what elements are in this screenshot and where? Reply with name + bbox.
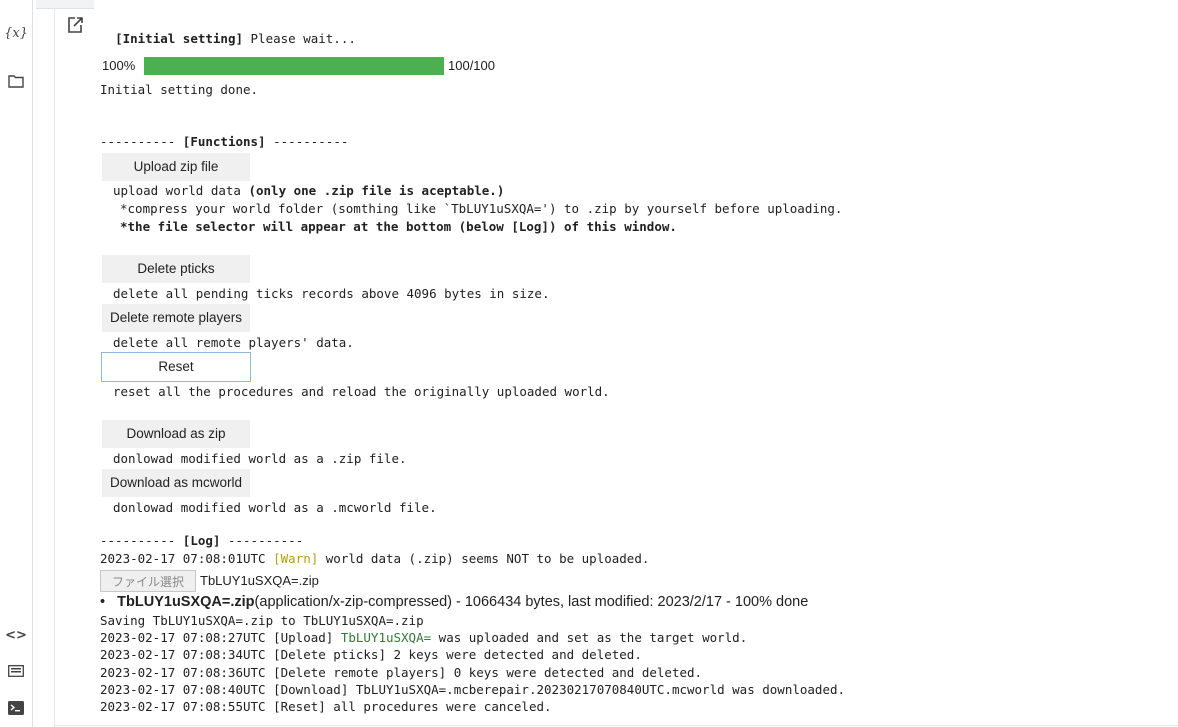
download-mcworld-button[interactable]: Download as mcworld <box>102 469 250 497</box>
terminal-icon[interactable] <box>0 701 32 718</box>
progress-bar <box>144 57 444 75</box>
selected-file-name: TbLUY1uSXQA=.zip <box>200 573 319 588</box>
log-upload-time: 2023-02-17 07:08:27UTC [Upload] <box>100 630 341 645</box>
bullet-glyph: • <box>100 594 106 610</box>
log-warn-tag: [Warn] <box>273 551 319 566</box>
log-title: [Log] <box>182 533 221 548</box>
log-prefix: ---------- <box>100 533 183 548</box>
left-sidebar: {x} <> <box>0 0 33 727</box>
log-warn-msg: world data (.zip) seems NOT to be upload… <box>318 551 650 566</box>
initial-setting-title: [Initial setting] <box>115 31 243 46</box>
log-warn-line: 2023-02-17 07:08:01UTC [Warn] world data… <box>100 551 649 567</box>
log-remote-line: 2023-02-17 07:08:36UTC [Delete remote pl… <box>100 665 703 680</box>
upload-desc-text: upload world data <box>113 183 249 198</box>
log-download-line: 2023-02-17 07:08:40UTC [Download] TbLUY1… <box>100 682 846 697</box>
output-menu-icon[interactable] <box>66 16 84 34</box>
functions-prefix: ---------- <box>100 134 183 149</box>
upload-note-compress: *compress your world folder (somthing li… <box>120 201 843 216</box>
upload-desc-bold: (only one .zip file is aceptable.) <box>248 183 505 198</box>
folder-icon[interactable] <box>0 74 32 91</box>
log-upload-world: TbLUY1uSXQA= <box>340 630 432 645</box>
download-mcworld-desc: donlowad modified world as a .mcworld fi… <box>113 500 437 515</box>
log-upload-line: 2023-02-17 07:08:27UTC [Upload] TbLUY1uS… <box>100 630 747 646</box>
cell-border-bottom <box>54 725 1178 726</box>
please-wait-text: Please wait... <box>243 31 356 46</box>
log-pticks-line: 2023-02-17 07:08:34UTC [Delete pticks] 2… <box>100 647 642 662</box>
delete-pticks-button[interactable]: Delete pticks <box>102 255 250 283</box>
upload-desc: upload world data (only one .zip file is… <box>113 183 504 199</box>
cell-border <box>54 8 55 727</box>
upload-zip-button[interactable]: Upload zip file <box>102 153 250 181</box>
log-header: ---------- [Log] ---------- <box>100 533 303 549</box>
functions-title: [Functions] <box>182 134 266 149</box>
log-upload-rest: was uploaded and set as the target world… <box>431 630 748 645</box>
upload-note-selector: *the file selector will appear at the bo… <box>120 219 677 234</box>
reset-desc: reset all the procedures and reload the … <box>113 384 610 399</box>
reset-button[interactable]: Reset <box>101 352 251 382</box>
code-snippets-icon[interactable]: <> <box>0 628 32 643</box>
uploaded-file-name: TbLUY1uSXQA=.zip <box>117 594 255 610</box>
functions-header: ---------- [Functions] ---------- <box>100 134 348 150</box>
file-select-button[interactable]: ファイル選択 <box>100 570 196 592</box>
download-zip-button[interactable]: Download as zip <box>102 420 250 448</box>
functions-suffix: ---------- <box>265 134 349 149</box>
initial-done-text: Initial setting done. <box>100 82 259 97</box>
uploaded-file-meta: (application/x-zip-compressed) - 1066434… <box>254 594 809 610</box>
initial-setting-line: [Initial setting] Please wait... <box>100 15 356 47</box>
upload-file-info: • TbLUY1uSXQA=.zip(application/x-zip-com… <box>100 594 808 610</box>
log-suffix: ---------- <box>220 533 304 548</box>
progress-percent: 100% <box>102 58 136 73</box>
download-zip-desc: donlowad modified world as a .zip file. <box>113 451 407 466</box>
log-saving-line: Saving TbLUY1uSXQA=.zip to TbLUY1uSXQA=.… <box>100 613 424 628</box>
delete-remote-players-desc: delete all remote players' data. <box>113 335 354 350</box>
cell-top-stub <box>36 0 94 9</box>
progress-bar-fill <box>144 57 444 75</box>
delete-pticks-desc: delete all pending ticks records above 4… <box>113 286 550 301</box>
keyboard-icon[interactable] <box>0 665 32 680</box>
delete-remote-players-button[interactable]: Delete remote players <box>102 304 250 332</box>
variables-icon[interactable]: {x} <box>0 26 32 41</box>
log-warn-time: 2023-02-17 07:08:01UTC <box>100 551 274 566</box>
log-reset-line: 2023-02-17 07:08:55UTC [Reset] all proce… <box>100 699 552 714</box>
progress-count: 100/100 <box>448 58 495 73</box>
